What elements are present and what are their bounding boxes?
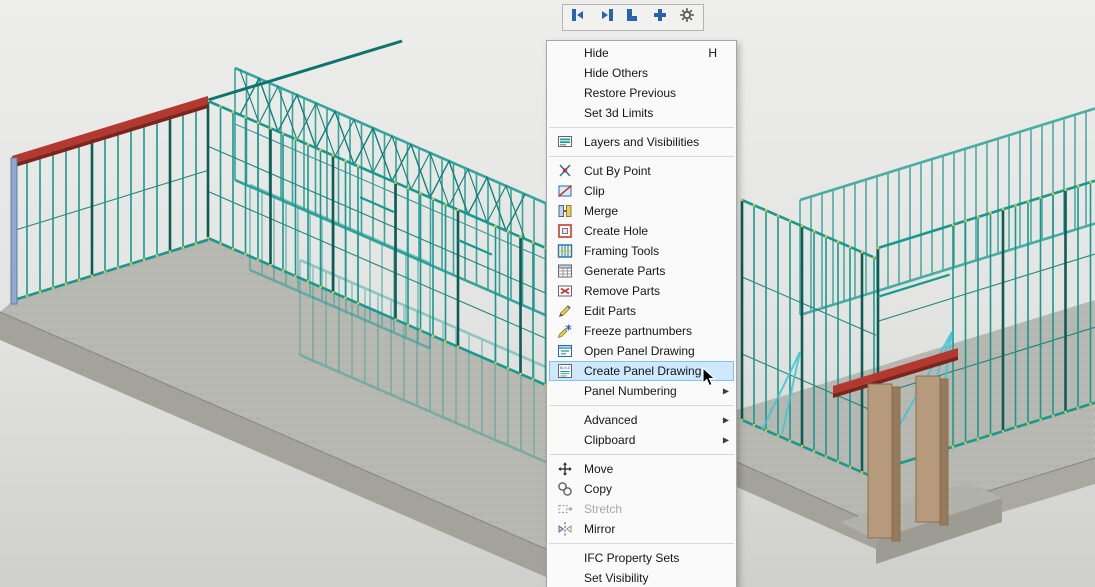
gear-icon <box>678 6 696 29</box>
menu-item-hide[interactable]: HideH <box>547 43 736 63</box>
menu-item-label: Mirror <box>584 522 730 536</box>
menu-item-label: Open Panel Drawing <box>584 344 730 358</box>
menu-item-create-hole[interactable]: Create Hole <box>547 221 736 241</box>
menu-item-edit-parts[interactable]: Edit Parts <box>547 301 736 321</box>
menu-item-label: Layers and Visibilities <box>584 135 730 149</box>
freeze-partnumbers-icon <box>556 323 573 339</box>
menu-separator <box>549 156 734 157</box>
framing-tools-icon <box>556 243 573 259</box>
menu-item-ifc-property-sets[interactable]: IFC Property Sets <box>547 548 736 568</box>
menu-item-create-panel-drawing[interactable]: BUILD Create Panel Drawing <box>549 361 734 381</box>
generate-parts-icon <box>556 263 573 279</box>
menu-item-label: Create Hole <box>584 224 730 238</box>
icon-spacer <box>556 550 573 566</box>
clip-icon <box>556 183 573 199</box>
menu-item-label: Advanced <box>584 413 730 427</box>
remove-parts-icon <box>556 283 573 299</box>
tool-bar-arrow-left-icon <box>570 6 588 29</box>
tool-corner-panel-icon <box>624 6 642 29</box>
menu-item-move[interactable]: Move <box>547 459 736 479</box>
menu-item-hide-others[interactable]: Hide Others <box>547 63 736 83</box>
menu-item-label: IFC Property Sets <box>584 551 730 565</box>
icon-spacer <box>556 432 573 448</box>
tool-bar-arrow-right-icon <box>597 6 615 29</box>
icon-spacer <box>556 85 573 101</box>
submenu-arrow-icon: ▶ <box>723 436 729 445</box>
menu-separator <box>549 405 734 406</box>
menu-item-label: Panel Numbering <box>584 384 730 398</box>
panel-tool-2-button[interactable] <box>593 6 619 29</box>
menu-item-mirror[interactable]: Mirror <box>547 519 736 539</box>
menu-item-label: Restore Previous <box>584 86 730 100</box>
icon-spacer <box>556 45 573 61</box>
svg-text:BUILD: BUILD <box>559 366 570 370</box>
steel-column <box>11 158 17 304</box>
menu-item-label: Create Panel Drawing <box>584 364 730 378</box>
copy-icon <box>556 481 573 497</box>
context-menu: HideH Hide Others Restore Previous Set 3d L… <box>546 40 737 587</box>
submenu-arrow-icon: ▶ <box>723 416 729 425</box>
menu-item-copy[interactable]: Copy <box>547 479 736 499</box>
menu-item-panel-numbering[interactable]: Panel Numbering▶ <box>547 381 736 401</box>
menu-item-label: Set 3d Limits <box>584 106 730 120</box>
menu-item-label: Generate Parts <box>584 264 730 278</box>
tool-cross-panel-icon <box>651 6 669 29</box>
menu-item-layers-and-visibilities[interactable]: Layers and Visibilities <box>547 132 736 152</box>
menu-item-label: Cut By Point <box>584 164 730 178</box>
mirror-icon <box>556 521 573 537</box>
menu-item-clip[interactable]: Clip <box>547 181 736 201</box>
create-hole-icon <box>556 223 573 239</box>
move-icon <box>556 461 573 477</box>
stretch-icon <box>556 501 573 517</box>
menu-separator <box>549 127 734 128</box>
menu-item-set-3d-limits[interactable]: Set 3d Limits <box>547 103 736 123</box>
menu-item-label: Clipboard <box>584 433 730 447</box>
open-panel-drawing-icon <box>556 343 573 359</box>
menu-item-merge[interactable]: Merge <box>547 201 736 221</box>
submenu-arrow-icon: ▶ <box>723 387 729 396</box>
menu-item-label: Hide <box>584 46 708 60</box>
menu-item-cut-by-point[interactable]: Cut By Point <box>547 161 736 181</box>
panel-tool-4-button[interactable] <box>647 6 673 29</box>
create-panel-drawing-icon: BUILD <box>556 363 573 379</box>
menu-item-label: Move <box>584 462 730 476</box>
menu-item-label: Stretch <box>584 502 730 516</box>
menu-item-framing-tools[interactable]: Framing Tools <box>547 241 736 261</box>
menu-item-label: Merge <box>584 204 730 218</box>
menu-separator <box>549 543 734 544</box>
menu-shortcut: H <box>708 46 717 60</box>
menu-item-label: Copy <box>584 482 730 496</box>
menu-item-label: Remove Parts <box>584 284 730 298</box>
icon-spacer <box>556 105 573 121</box>
menu-item-generate-parts[interactable]: Generate Parts <box>547 261 736 281</box>
menu-item-restore-previous[interactable]: Restore Previous <box>547 83 736 103</box>
menu-item-freeze-partnumbers[interactable]: Freeze partnumbers <box>547 321 736 341</box>
panel-tool-3-button[interactable] <box>620 6 646 29</box>
settings-button[interactable] <box>674 6 700 29</box>
menu-item-clipboard[interactable]: Clipboard▶ <box>547 430 736 450</box>
icon-spacer <box>556 570 573 586</box>
layers-icon <box>556 134 573 150</box>
menu-item-stretch: Stretch <box>547 499 736 519</box>
cut-by-point-icon <box>556 163 573 179</box>
menu-item-label: Freeze partnumbers <box>584 324 730 338</box>
menu-item-label: Hide Others <box>584 66 730 80</box>
edit-parts-icon <box>556 303 573 319</box>
panel-tool-1-button[interactable] <box>566 6 592 29</box>
menu-item-label: Edit Parts <box>584 304 730 318</box>
menu-item-set-visibility[interactable]: Set Visibility <box>547 568 736 587</box>
menu-item-label: Clip <box>584 184 730 198</box>
icon-spacer <box>556 65 573 81</box>
menu-item-label: Set Visibility <box>584 571 730 585</box>
menu-item-label: Framing Tools <box>584 244 730 258</box>
icon-spacer <box>556 412 573 428</box>
floating-toolbar <box>562 4 704 31</box>
merge-icon <box>556 203 573 219</box>
menu-item-remove-parts[interactable]: Remove Parts <box>547 281 736 301</box>
menu-separator <box>549 454 734 455</box>
menu-item-advanced[interactable]: Advanced▶ <box>547 410 736 430</box>
menu-item-open-panel-drawing[interactable]: Open Panel Drawing <box>547 341 736 361</box>
icon-spacer <box>556 383 573 399</box>
